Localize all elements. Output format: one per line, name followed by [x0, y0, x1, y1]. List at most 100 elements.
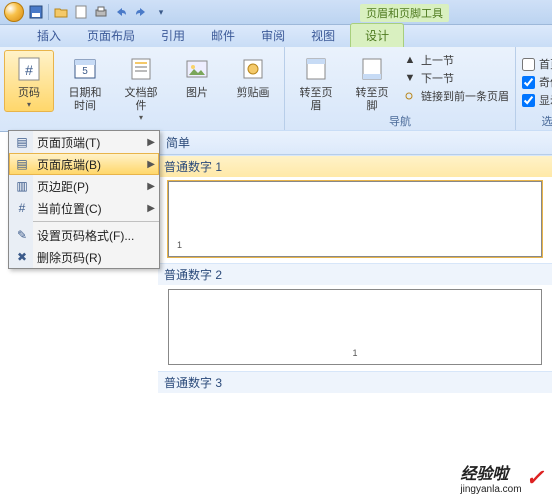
picture-button[interactable]: 图片	[172, 50, 222, 103]
chevron-down-icon: ▾	[27, 100, 31, 109]
next-section-label: 下一节	[421, 70, 454, 86]
gallery-item-title-1[interactable]: 普通数字 1	[158, 155, 552, 177]
tab-design-active[interactable]: 设计	[350, 23, 404, 47]
arrow-up-icon: ▲	[403, 53, 417, 67]
tab-layout[interactable]: 页面布局	[74, 23, 148, 47]
page-margins-icon: ▥	[13, 179, 31, 193]
nav-group-label: 导航	[285, 113, 515, 129]
redo-icon[interactable]	[133, 4, 149, 20]
tab-insert[interactable]: 插入	[24, 23, 74, 47]
office-orb[interactable]	[4, 2, 24, 22]
checkbox-input[interactable]	[522, 76, 535, 89]
menu-current-position[interactable]: # 当前位置(C) ▶	[9, 197, 159, 219]
qat-more-icon[interactable]: ▾	[153, 4, 169, 20]
calendar-icon: 5	[69, 53, 101, 85]
ribbon-tabs: 插入 页面布局 引用 邮件 审阅 视图 设计	[0, 25, 552, 47]
new-icon[interactable]	[73, 4, 89, 20]
tab-review[interactable]: 审阅	[248, 23, 298, 47]
odd-even-diff-label: 奇偶页不	[539, 74, 552, 90]
gallery-header: 简单	[158, 131, 552, 155]
arrow-down-icon: ▼	[403, 71, 417, 85]
menu-format-label: 设置页码格式(F)...	[37, 227, 155, 244]
goto-header-label: 转至页眉	[296, 87, 336, 113]
qat-separator	[48, 4, 49, 20]
print-icon[interactable]	[93, 4, 109, 20]
menu-format-page-number[interactable]: ✎ 设置页码格式(F)...	[9, 224, 159, 246]
preview-page-number: 1	[177, 240, 182, 250]
menu-page-top-label: 页面顶端(T)	[37, 134, 141, 151]
link-prev-label: 链接到前一条页眉	[421, 88, 509, 104]
context-tool-title: 页眉和页脚工具	[360, 4, 449, 22]
doc-parts-button[interactable]: 文档部件 ▾	[116, 50, 166, 125]
svg-text:#: #	[25, 62, 33, 78]
prev-section-button[interactable]: ▲ 上一节	[403, 52, 509, 68]
page-number-label: 页码	[18, 87, 40, 100]
link-prev-button[interactable]: 链接到前一条页眉	[403, 88, 509, 104]
page-number-icon: #	[13, 53, 45, 85]
picture-icon	[181, 53, 213, 85]
goto-footer-icon	[356, 53, 388, 85]
menu-remove-label: 删除页码(R)	[37, 249, 155, 266]
goto-footer-label: 转至页脚	[352, 87, 392, 113]
doc-parts-label: 文档部件	[121, 87, 161, 113]
date-time-button[interactable]: 5 日期和 时间	[60, 50, 110, 116]
menu-separator	[33, 221, 159, 222]
ribbon: # 页码 ▾ 5 日期和 时间 文档部件 ▾ 图片 剪贴画	[0, 47, 552, 132]
page-bottom-icon: ▤	[13, 157, 31, 171]
first-page-diff-checkbox[interactable]: 首页不同	[522, 56, 552, 72]
checkbox-input[interactable]	[522, 94, 535, 107]
save-icon[interactable]	[28, 4, 44, 20]
gallery-preview-1[interactable]: 1	[168, 181, 542, 257]
goto-footer-button[interactable]: 转至页脚	[347, 50, 397, 116]
page-top-icon: ▤	[13, 135, 31, 149]
undo-icon[interactable]	[113, 4, 129, 20]
tab-mail[interactable]: 邮件	[198, 23, 248, 47]
group-options: 首页不同 奇偶页不 显示文栏 选项	[516, 47, 552, 131]
svg-text:5: 5	[82, 66, 88, 77]
format-icon: ✎	[13, 228, 31, 242]
page-number-gallery: 简单 普通数字 1 1 普通数字 2 1 普通数字 3	[158, 130, 552, 501]
watermark: 经验啦 jingyanla.com ✓	[460, 460, 544, 495]
group-navigation: 转至页眉 转至页脚 ▲ 上一节 ▼ 下一节 链接到前一条页眉 导航	[285, 47, 516, 131]
menu-page-bottom[interactable]: ▤ 页面底端(B) ▶	[9, 153, 159, 175]
picture-label: 图片	[186, 87, 208, 100]
page-number-dropdown: ▤ 页面顶端(T) ▶ ▤ 页面底端(B) ▶ ▥ 页边距(P) ▶ # 当前位…	[8, 130, 160, 269]
checkbox-input[interactable]	[522, 58, 535, 71]
gallery-item-title-2[interactable]: 普通数字 2	[158, 263, 552, 285]
date-time-label: 日期和 时间	[69, 87, 102, 113]
nav-small-buttons: ▲ 上一节 ▼ 下一节 链接到前一条页眉	[403, 50, 509, 106]
submenu-arrow-icon: ▶	[147, 203, 155, 214]
tab-view[interactable]: 视图	[298, 23, 348, 47]
page-number-button[interactable]: # 页码 ▾	[4, 50, 54, 112]
submenu-arrow-icon: ▶	[147, 159, 155, 170]
clipart-label: 剪贴画	[237, 87, 270, 100]
link-icon	[403, 89, 417, 103]
menu-page-top[interactable]: ▤ 页面顶端(T) ▶	[9, 131, 159, 153]
menu-page-margins[interactable]: ▥ 页边距(P) ▶	[9, 175, 159, 197]
watermark-brand: 经验啦	[460, 466, 508, 483]
submenu-arrow-icon: ▶	[147, 181, 155, 192]
menu-page-bottom-label: 页面底端(B)	[37, 156, 141, 173]
current-position-icon: #	[13, 201, 31, 215]
prev-section-label: 上一节	[421, 52, 454, 68]
menu-page-margins-label: 页边距(P)	[37, 178, 141, 195]
tab-references[interactable]: 引用	[148, 23, 198, 47]
preview-page-number: 1	[352, 348, 357, 358]
clipart-icon	[237, 53, 269, 85]
clipart-button[interactable]: 剪贴画	[228, 50, 278, 103]
open-icon[interactable]	[53, 4, 69, 20]
chevron-down-icon: ▾	[139, 113, 143, 122]
show-doc-label: 显示文栏	[539, 92, 552, 108]
gallery-preview-2[interactable]: 1	[168, 289, 542, 365]
goto-header-icon	[300, 53, 332, 85]
quick-access-toolbar: ▾	[0, 0, 552, 25]
check-icon: ✓	[526, 465, 544, 491]
show-doc-checkbox[interactable]: 显示文栏	[522, 92, 552, 108]
odd-even-diff-checkbox[interactable]: 奇偶页不	[522, 74, 552, 90]
menu-remove-page-number[interactable]: ✖ 删除页码(R)	[9, 246, 159, 268]
goto-header-button[interactable]: 转至页眉	[291, 50, 341, 116]
submenu-arrow-icon: ▶	[147, 137, 155, 148]
gallery-item-title-3[interactable]: 普通数字 3	[158, 371, 552, 393]
next-section-button[interactable]: ▼ 下一节	[403, 70, 509, 86]
remove-icon: ✖	[13, 250, 31, 264]
